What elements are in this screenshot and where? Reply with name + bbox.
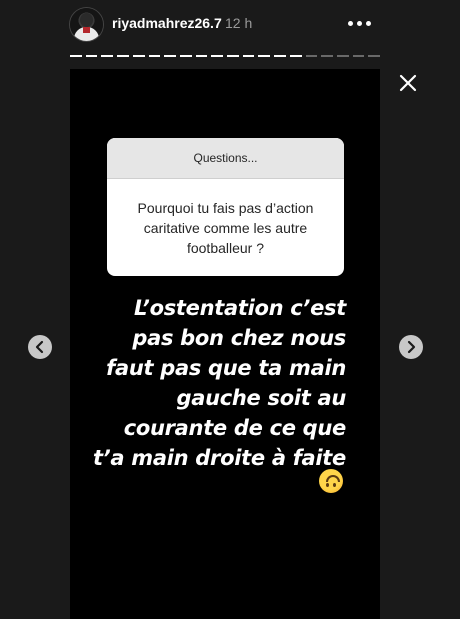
more-horizontal-icon <box>348 21 353 26</box>
emoji-eye <box>333 483 336 487</box>
progress-segment <box>368 55 381 57</box>
question-sticker: Questions... Pourquoi tu fais pas d’acti… <box>107 138 344 276</box>
avatar-collar <box>83 27 90 33</box>
more-options-button[interactable] <box>345 12 375 36</box>
progress-segment <box>227 55 239 57</box>
story-viewer: { "header": { "username": "riyadmahrez26… <box>0 0 460 619</box>
progress-segment <box>164 55 176 57</box>
story-answer-text: L’ostentation c’est pas bon chez nous fa… <box>93 296 346 470</box>
progress-segment <box>352 55 365 57</box>
emoji-mouth <box>326 475 340 482</box>
previous-story-button[interactable] <box>28 335 52 359</box>
chevron-left-icon <box>35 340 44 354</box>
chevron-right-icon <box>407 340 416 354</box>
progress-segment <box>289 55 302 57</box>
emoji-eye <box>326 483 329 487</box>
progress-segment <box>211 55 224 57</box>
question-sticker-title: Questions... <box>107 138 344 179</box>
next-story-button[interactable] <box>399 335 423 359</box>
story-header: riyadmahrez26.7 12 h <box>0 0 460 50</box>
username-link[interactable]: riyadmahrez26.7 <box>112 15 222 31</box>
progress-segment <box>132 55 145 57</box>
progress-segment <box>336 55 349 57</box>
close-button[interactable] <box>394 69 422 97</box>
progress-segment <box>85 55 98 57</box>
more-horizontal-icon <box>357 21 362 26</box>
progress-segment <box>258 55 271 57</box>
close-icon <box>399 74 417 92</box>
progress-segment <box>305 55 318 57</box>
avatar-head <box>80 13 93 27</box>
progress-segment <box>321 55 333 57</box>
progress-segment <box>195 55 208 57</box>
progress-segment <box>117 55 129 57</box>
post-timestamp: 12 h <box>225 15 253 31</box>
question-sticker-question: Pourquoi tu fais pas d’action caritative… <box>137 200 314 256</box>
avatar[interactable] <box>70 8 103 41</box>
progress-segment <box>179 55 192 57</box>
progress-segment <box>101 55 114 57</box>
progress-segment <box>242 55 255 57</box>
progress-segment <box>148 55 161 57</box>
progress-segment <box>274 55 286 57</box>
story-frame[interactable]: Questions... Pourquoi tu fais pas d’acti… <box>70 69 380 619</box>
story-progress-bar <box>70 55 381 58</box>
upside-down-face-icon <box>319 469 343 493</box>
more-horizontal-icon <box>366 21 371 26</box>
progress-segment <box>70 55 82 57</box>
